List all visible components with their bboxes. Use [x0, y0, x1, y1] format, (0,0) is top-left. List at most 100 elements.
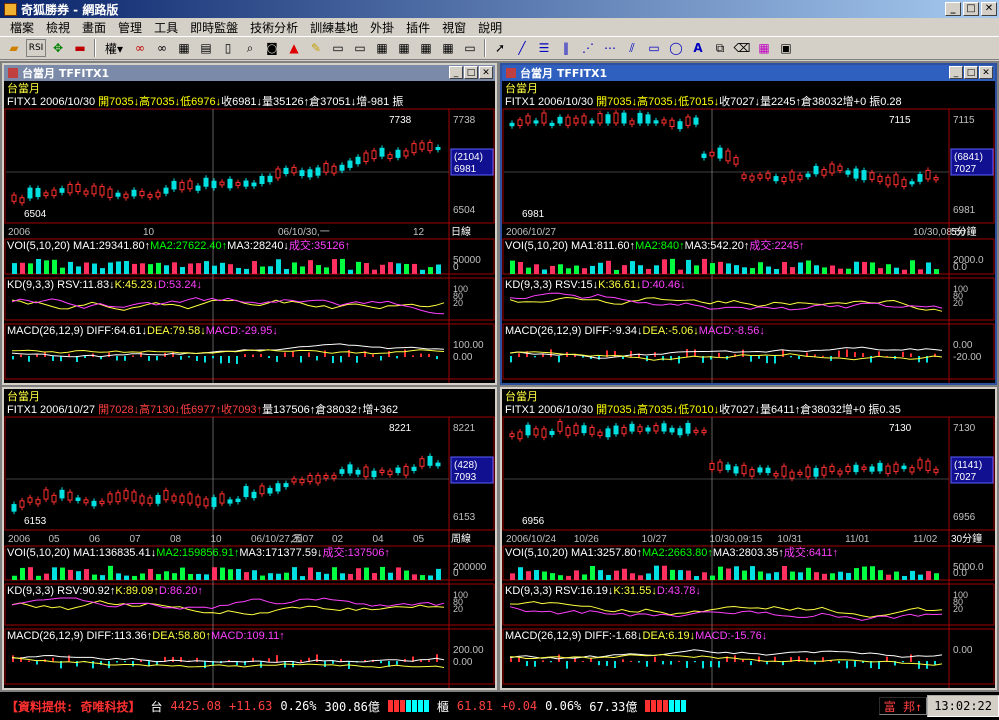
alarm-icon[interactable]: ▲ — [284, 39, 304, 57]
kd-tick: 20 — [453, 298, 463, 308]
eraser-icon[interactable]: ⌫ — [732, 39, 752, 57]
book-icon[interactable]: ▯ — [218, 39, 238, 57]
macd-bar — [412, 355, 414, 357]
layout5-icon[interactable]: ▦ — [416, 39, 436, 57]
menu-training[interactable]: 訓練基地 — [304, 19, 364, 36]
candle — [821, 169, 827, 176]
chart-maximize-button[interactable]: □ — [464, 66, 478, 79]
macd-tick: 0.00 — [453, 352, 473, 363]
delete-icon[interactable]: ▬ — [70, 39, 90, 57]
chart-svg[interactable]: 台當月FITX1 2006/10/30 開7035↓高7035↓低6976↓收6… — [4, 81, 495, 383]
macd-bar — [854, 661, 856, 667]
layout7-icon[interactable]: ▭ — [460, 39, 480, 57]
move-icon[interactable]: ✥ — [48, 39, 68, 57]
minimize-button[interactable]: _ — [945, 2, 961, 16]
chart-body[interactable]: 台當月 FITX1 2006/10/27 開7028↓高7130↓低6977↑收7… — [4, 389, 495, 688]
menu-screen[interactable]: 畫面 — [76, 19, 112, 36]
chart-window-5min[interactable]: 台當月 TFFITX1 _ □ ✕ 台當月 FITX1 2006/10/30 開703… — [500, 63, 997, 385]
layout3-icon[interactable]: ▦ — [372, 39, 392, 57]
period-label: 周線 — [451, 532, 471, 545]
candle — [925, 460, 931, 471]
rsi-icon[interactable]: RSI — [26, 39, 46, 57]
fan-icon[interactable]: ⋰ — [578, 39, 598, 57]
layout4-icon[interactable]: ▦ — [394, 39, 414, 57]
layout2-icon[interactable]: ▭ — [350, 39, 370, 57]
cursor-icon[interactable]: ➚ — [490, 39, 510, 57]
volume-bar — [132, 263, 137, 274]
parallel-icon[interactable]: ⫽ — [622, 39, 642, 57]
candle — [517, 431, 523, 440]
volume-bar — [566, 575, 571, 580]
menu-monitor[interactable]: 即時監盤 — [184, 19, 244, 36]
rights-combo[interactable]: 權▾ — [100, 39, 128, 57]
chart-window-daily[interactable]: 台當月 TFFITX1 _ □ ✕ 台當月 FITX1 2006/10/30 開703… — [2, 63, 497, 385]
chart-minimize-button[interactable]: _ — [449, 66, 463, 79]
volume-bar — [276, 259, 281, 274]
volume-bar — [60, 567, 65, 580]
cycle-icon[interactable]: ‖ — [556, 39, 576, 57]
chart-close-button[interactable]: ✕ — [979, 66, 993, 79]
chart-minimize-button[interactable]: _ — [949, 66, 963, 79]
menu-view[interactable]: 檢視 — [40, 19, 76, 36]
candle — [709, 462, 715, 470]
candle — [925, 169, 931, 180]
close-button[interactable]: ✕ — [981, 2, 997, 16]
chart-svg[interactable]: 台當月FITX1 2006/10/30 開7035↓高7035↓低7010↓收7… — [502, 389, 995, 688]
volume-bar — [180, 266, 185, 274]
menu-window[interactable]: 視窗 — [436, 19, 472, 36]
candle — [605, 114, 611, 124]
candle — [901, 465, 907, 470]
line-tool-icon[interactable]: ╱ — [512, 39, 532, 57]
chart-window-title: 台當月 TFFITX1 — [520, 67, 608, 80]
date-tick: 04 — [373, 534, 385, 545]
open-folder-icon[interactable]: ▰ — [4, 39, 24, 57]
chart-window-titlebar[interactable]: 台當月 TFFITX1 — [502, 65, 995, 81]
chart-window-30min[interactable]: 台當月 FITX1 2006/10/30 開7035↓高7035↓低7010↓收7… — [500, 387, 997, 690]
fib-icon[interactable]: ☰ — [534, 39, 554, 57]
menu-analysis[interactable]: 技術分析 — [244, 19, 304, 36]
layout6-icon[interactable]: ▦ — [438, 39, 458, 57]
search-doc-icon[interactable]: ⌕ — [240, 39, 260, 57]
text-tool-icon[interactable]: A — [688, 39, 708, 57]
gann-icon[interactable]: ⋯ — [600, 39, 620, 57]
chart-body[interactable]: 台當月 FITX1 2006/10/30 開7035↓高7035↓低7015↓收7… — [502, 81, 995, 383]
chart-svg[interactable]: 台當月FITX1 2006/10/27 開7028↓高7130↓低6977↑收7… — [4, 389, 495, 688]
copy-icon[interactable]: ⧉ — [710, 39, 730, 57]
maximize-button[interactable]: □ — [963, 2, 979, 16]
volume-bar — [822, 573, 827, 580]
ellipse-tool-icon[interactable]: ◯ — [666, 39, 686, 57]
volume-bar — [550, 265, 555, 274]
pencil-icon[interactable]: ✎ — [306, 39, 326, 57]
chart-body[interactable]: 台當月 FITX1 2006/10/30 開7035↓高7035↓低7010↓收7… — [502, 389, 995, 688]
menu-tools[interactable]: 工具 — [148, 19, 184, 36]
glasses-icon[interactable]: ∞ — [130, 39, 150, 57]
chart-body[interactable]: 台當月 FITX1 2006/10/30 開7035↓高7035↓低6976↓收6… — [4, 81, 495, 383]
grid-icon[interactable]: ▦ — [174, 39, 194, 57]
candle — [211, 497, 217, 507]
chart-close-button[interactable]: ✕ — [479, 66, 493, 79]
menu-addon[interactable]: 外掛 — [364, 19, 400, 36]
volume-bar — [300, 266, 305, 274]
table-icon[interactable]: ▤ — [196, 39, 216, 57]
menu-manage[interactable]: 管理 — [112, 19, 148, 36]
price-info-line: FITX1 2006/10/30 開7035↓高7035↓低6976↓收6981… — [7, 94, 403, 108]
rect-tool-icon[interactable]: ▭ — [644, 39, 664, 57]
layout1-icon[interactable]: ▭ — [328, 39, 348, 57]
candle — [187, 180, 193, 190]
menu-plugin[interactable]: 插件 — [400, 19, 436, 36]
menu-help[interactable]: 說明 — [472, 19, 508, 36]
save-icon[interactable]: ▣ — [776, 39, 796, 57]
volume-bar — [654, 265, 659, 274]
kd-line — [11, 297, 445, 315]
chart-maximize-button[interactable]: □ — [964, 66, 978, 79]
binoculars-icon[interactable]: ∞ — [152, 39, 172, 57]
volume-bar — [582, 268, 587, 274]
camera-icon[interactable]: ◙ — [262, 39, 282, 57]
chart-window-titlebar[interactable]: 台當月 TFFITX1 — [4, 65, 495, 81]
chart-svg[interactable]: 台當月FITX1 2006/10/30 開7035↓高7035↓低7015↓收7… — [502, 81, 995, 383]
menu-file[interactable]: 檔案 — [4, 19, 40, 36]
volume-bar — [830, 265, 835, 274]
chart-window-weekly[interactable]: 台當月 FITX1 2006/10/27 開7028↓高7130↓低6977↑收7… — [2, 387, 497, 690]
macd-bar — [372, 354, 374, 357]
palette-icon[interactable]: ▦ — [754, 39, 774, 57]
